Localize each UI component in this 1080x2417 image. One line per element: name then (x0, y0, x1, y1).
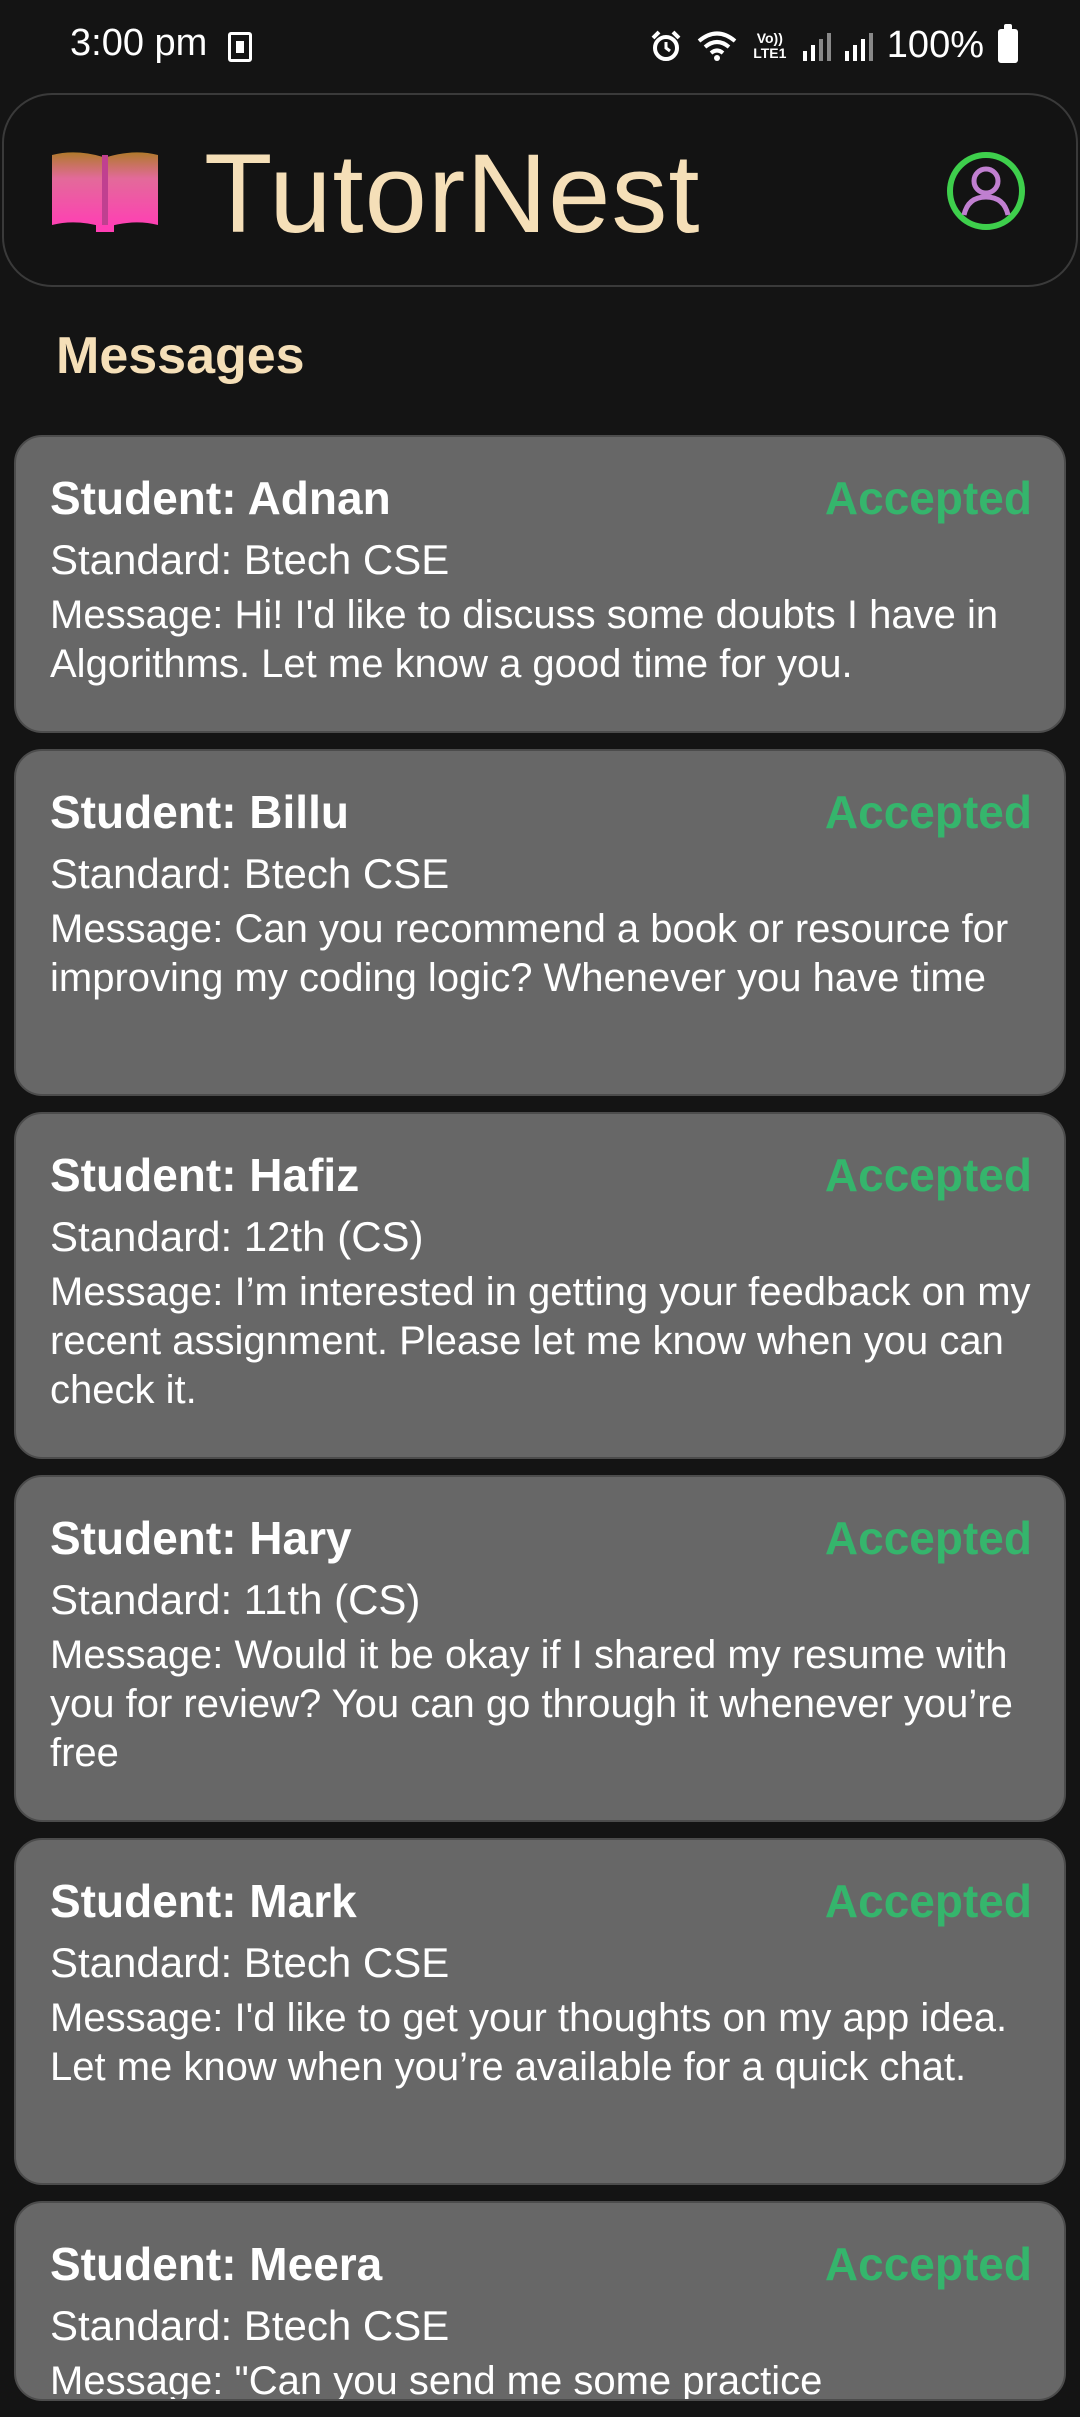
message-status-badge: Accepted (824, 786, 1032, 838)
message-status-badge: Accepted (824, 1512, 1032, 1564)
battery-percent: 100% (886, 24, 984, 66)
alarm-icon (651, 30, 681, 61)
message-status-badge: Accepted (824, 472, 1032, 524)
battery-icon (998, 23, 1018, 63)
app-title: TutorNest (204, 131, 701, 256)
book-icon (52, 152, 158, 232)
message-status-badge: Accepted (824, 1149, 1032, 1201)
wifi-icon (697, 31, 737, 61)
message-text: Message: I'd like to get your thoughts o… (50, 1996, 1008, 2089)
message-text: Message: I’m interested in getting your … (50, 1270, 1031, 1412)
message-standard: Standard: 11th (CS) (50, 1576, 421, 1623)
message-text: Message: Hi! I'd like to discuss some do… (50, 593, 999, 686)
message-card[interactable]: Student: Mark Accepted Standard: Btech C… (14, 1838, 1066, 2185)
message-card[interactable]: Student: Hary Accepted Standard: 11th (C… (14, 1475, 1066, 1822)
message-text: Message: Can you recommend a book or res… (50, 907, 1009, 1000)
message-standard: Standard: Btech CSE (50, 536, 450, 583)
message-standard: Standard: 12th (CS) (50, 1213, 424, 1260)
signal-icon (802, 32, 831, 61)
message-card[interactable]: Student: Billu Accepted Standard: Btech … (14, 749, 1066, 1096)
app-header: TutorNest (2, 93, 1078, 287)
message-card[interactable]: Student: Adnan Accepted Standard: Btech … (14, 435, 1066, 733)
status-icons: Vo)) LTE1 100% (649, 23, 1018, 67)
message-standard: Standard: Btech CSE (50, 1939, 450, 1986)
status-bar: 3:00 pm Vo)) LTE1 100% (0, 0, 1080, 92)
message-text: Message: "Can you send me some practice (50, 2359, 823, 2401)
section-title: Messages (56, 327, 305, 385)
signal-icon-2 (844, 32, 873, 61)
message-text: Message: Would it be okay if I shared my… (50, 1633, 1013, 1775)
status-time: 3:00 pm (70, 22, 208, 64)
message-card[interactable]: Student: Hafiz Accepted Standard: 12th (… (14, 1112, 1066, 1459)
profile-button[interactable] (946, 151, 1026, 231)
message-standard: Standard: Btech CSE (50, 2302, 450, 2349)
message-status-badge: Accepted (824, 1875, 1032, 1927)
message-list: Student: Adnan Accepted Standard: Btech … (14, 435, 1066, 2417)
message-standard: Standard: Btech CSE (50, 850, 450, 897)
network-type-label: Vo)) LTE1 (753, 29, 787, 61)
message-card[interactable]: Student: Meera Accepted Standard: Btech … (14, 2201, 1066, 2401)
message-status-badge: Accepted (824, 2238, 1032, 2290)
sim-card-icon (228, 32, 252, 62)
